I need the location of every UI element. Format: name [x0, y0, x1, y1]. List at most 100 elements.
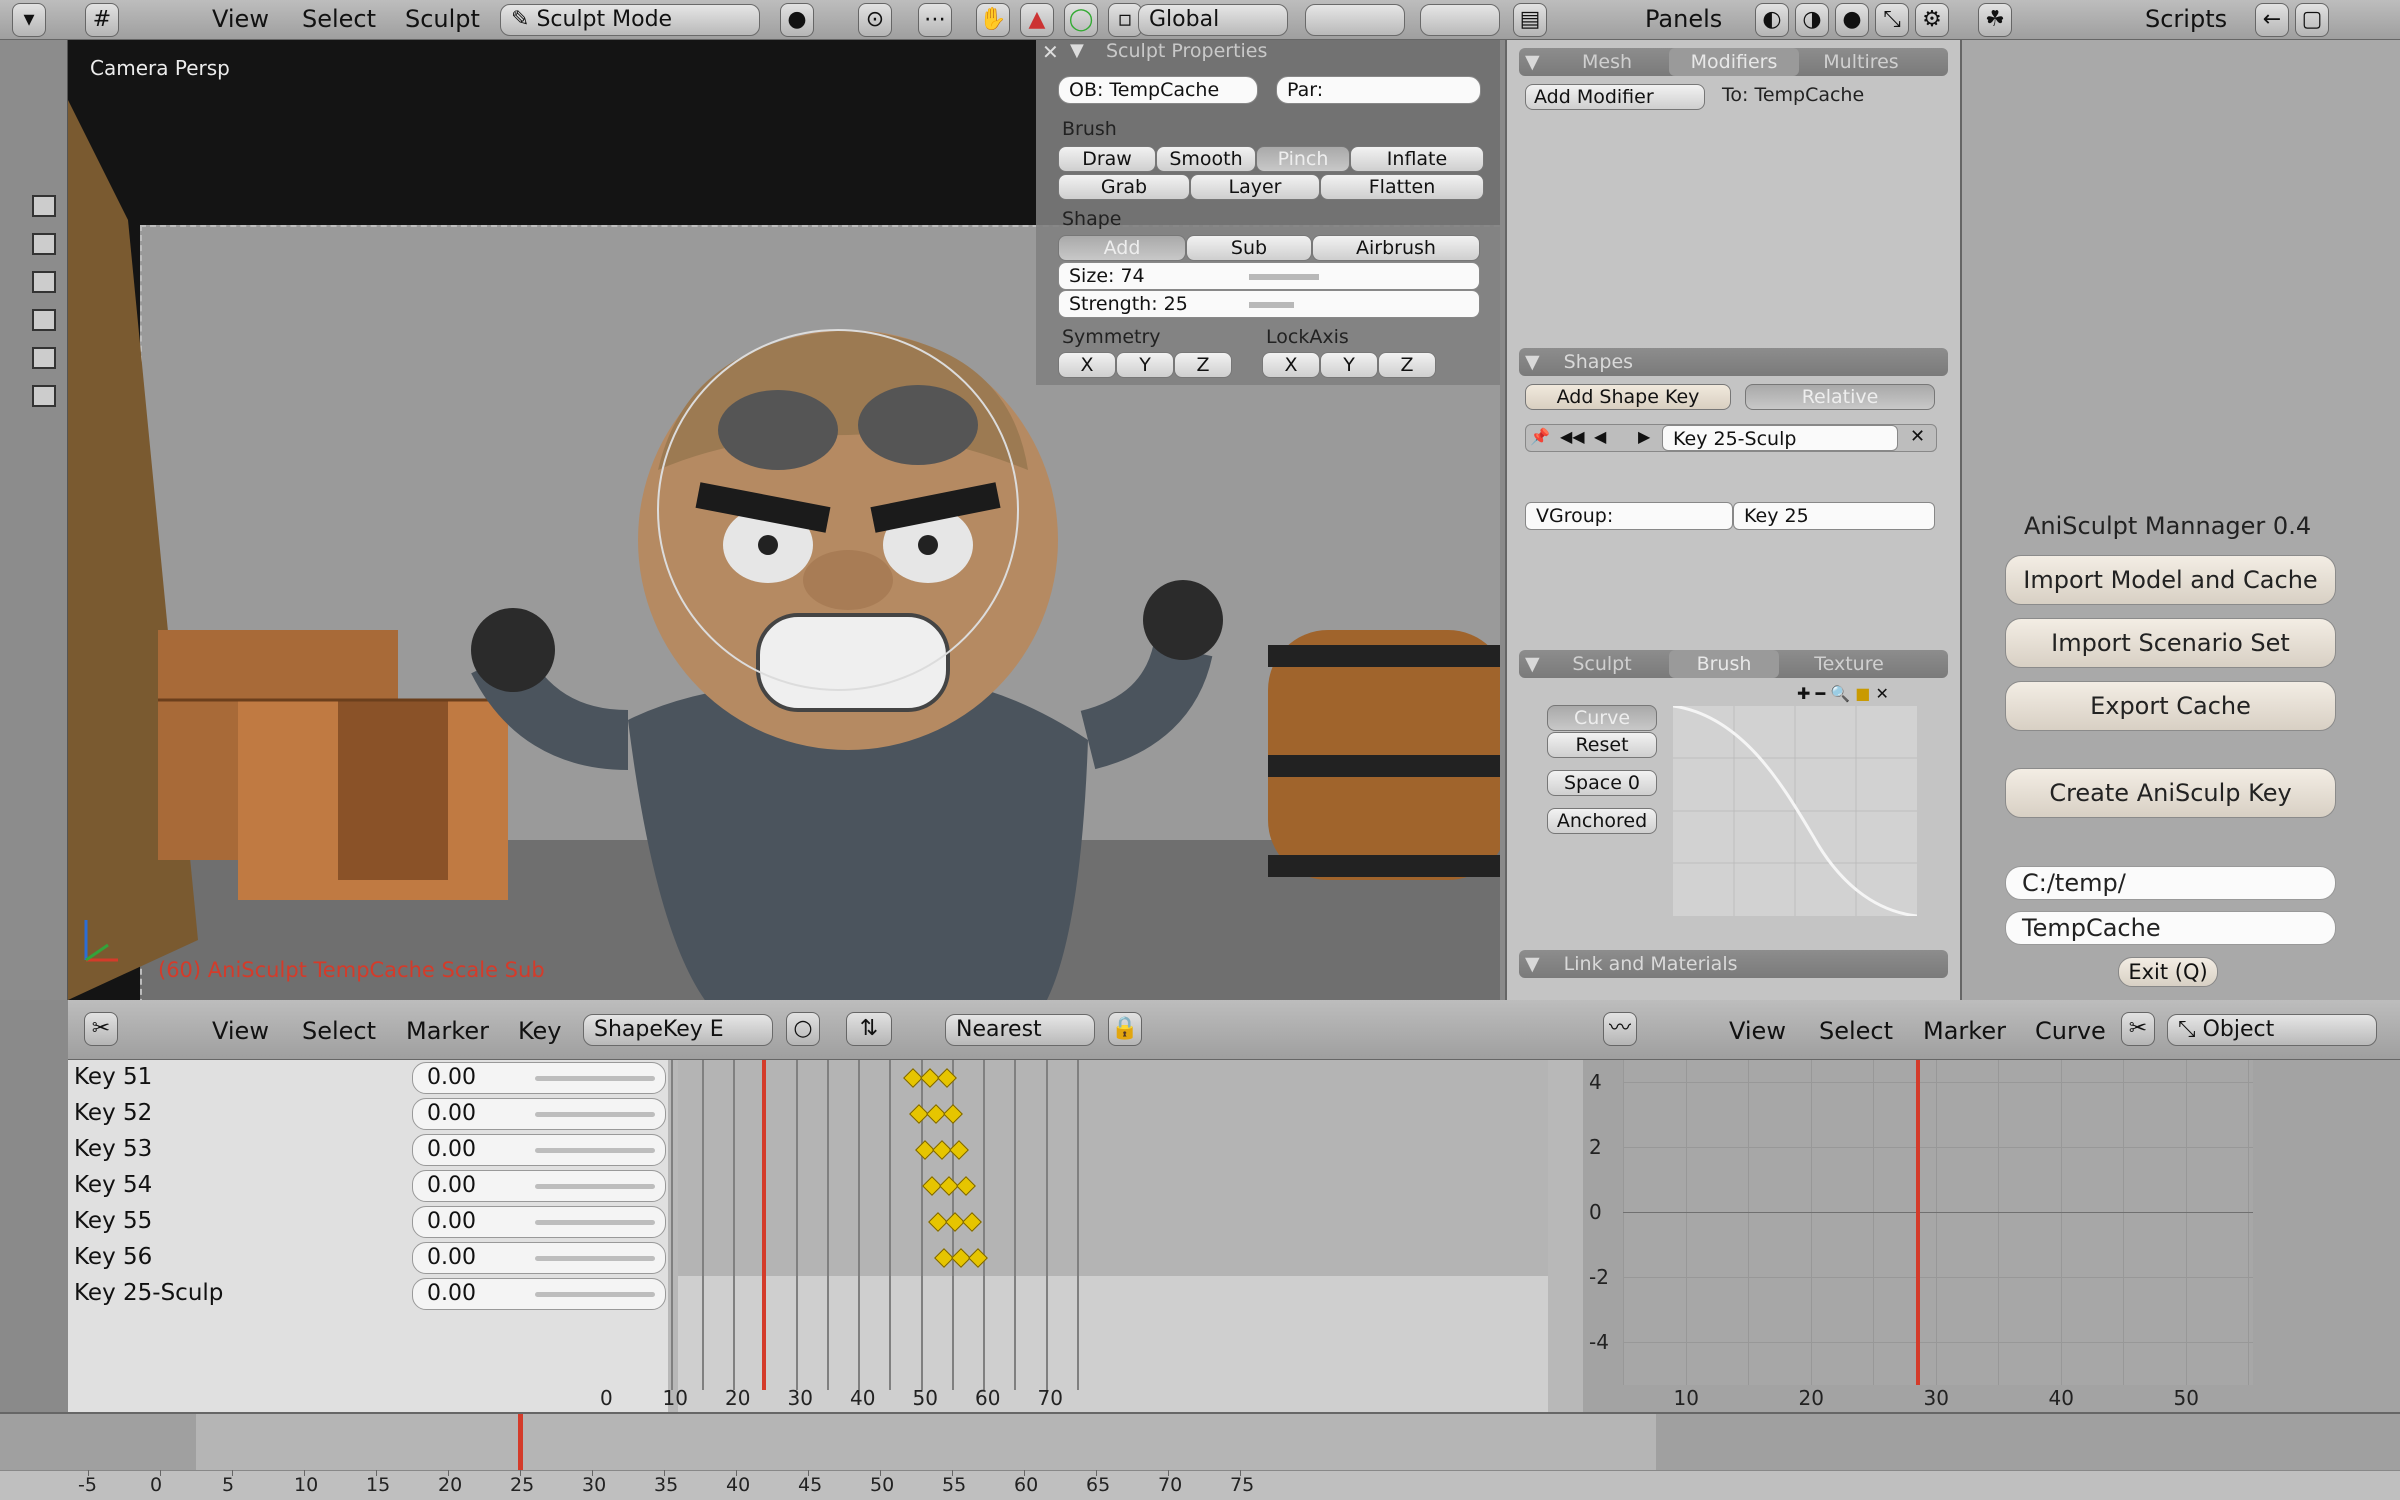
back-arrow-icon[interactable]: ←	[2255, 3, 2289, 37]
create-anisculp-key-button[interactable]: Create AniSculp Key	[2005, 768, 2336, 818]
keyframe-group[interactable]	[915, 1140, 970, 1160]
lockaxis-z-button[interactable]: Z	[1378, 352, 1436, 378]
ipo-menu-curve[interactable]: Curve	[2035, 1014, 2106, 1048]
tab-mesh[interactable]: Mesh	[1547, 48, 1667, 76]
first-key-icon[interactable]: ◀◀	[1560, 427, 1585, 446]
timeline[interactable]: -5 0 5 10 15 20 25 30 35 40 45 50 55 60 65 70 75	[0, 1412, 2400, 1500]
pin-icon[interactable]: 📌	[1530, 427, 1550, 446]
keyframe-group[interactable]	[902, 1068, 957, 1088]
shading-icon[interactable]: ●	[1835, 3, 1869, 37]
add-shape-key-button[interactable]: Add Shape Key	[1525, 384, 1731, 410]
cache-path-field[interactable]: C:/temp/	[2005, 866, 2336, 900]
brush-pinch-button[interactable]: Pinch	[1256, 146, 1350, 172]
action-menu-key[interactable]: Key	[518, 1014, 562, 1048]
keyframe-group[interactable]	[927, 1212, 982, 1232]
dopesheet-area[interactable]: 0 10 20 30 40 50 60 70	[600, 1060, 1548, 1412]
brush-smooth-button[interactable]: Smooth	[1156, 146, 1256, 172]
keyframe-diamond[interactable]	[961, 1212, 982, 1232]
collapse-triangle-icon[interactable]: ▼	[1525, 953, 1540, 975]
scale-icon[interactable]: ▫	[1108, 3, 1142, 37]
anchored-toggle[interactable]: Anchored	[1547, 808, 1657, 834]
image-icon-5[interactable]	[32, 347, 56, 369]
parent-field[interactable]: Par:	[1276, 76, 1481, 104]
symmetry-z-button[interactable]: Z	[1174, 352, 1232, 378]
pin-action-icon[interactable]: ○	[786, 1012, 820, 1046]
size-slider[interactable]: Size: 74	[1058, 262, 1480, 290]
script-icon[interactable]: ◑	[1795, 3, 1829, 37]
relative-toggle[interactable]: Relative	[1745, 384, 1935, 410]
curve-button[interactable]: Curve	[1547, 705, 1657, 731]
tab-multires[interactable]: Multires	[1801, 48, 1921, 76]
brush-falloff-curve[interactable]	[1673, 706, 1917, 916]
copy-keys-icon[interactable]: ⇅	[846, 1012, 892, 1046]
keyframe-diamond[interactable]	[968, 1248, 988, 1268]
channel-row[interactable]: Key 56 0.00	[68, 1240, 666, 1276]
action-editor-icon[interactable]: ✂	[84, 1012, 118, 1046]
lockaxis-y-button[interactable]: Y	[1320, 352, 1378, 378]
layers-toggle-icon[interactable]: ⋯	[918, 3, 952, 37]
shape-sub-button[interactable]: Sub	[1186, 235, 1312, 261]
ipo-editor-icon[interactable]: 〰	[1603, 1012, 1637, 1046]
pivot-icon[interactable]: ⊙	[858, 3, 892, 37]
tab-sculpt[interactable]: Sculpt	[1547, 650, 1657, 678]
channel-value[interactable]: 0.00	[412, 1206, 666, 1238]
object-icon[interactable]: ⤡	[1875, 3, 1909, 37]
draw-type-icon[interactable]: ●	[780, 3, 814, 37]
next-key-icon[interactable]: ▶	[1638, 427, 1650, 446]
channel-type-select[interactable]: ShapeKey E	[583, 1014, 773, 1046]
clip-icon[interactable]: ■	[1855, 684, 1870, 703]
orientation-select[interactable]: Global	[1138, 4, 1288, 36]
tab-modifiers[interactable]: Modifiers	[1669, 48, 1799, 76]
collapse-triangle-icon[interactable]: ▼	[1525, 650, 1540, 678]
symmetry-x-button[interactable]: X	[1058, 352, 1116, 378]
channel-row[interactable]: Key 51 0.00	[68, 1060, 666, 1096]
image-icon-3[interactable]	[32, 271, 56, 293]
remove-key-icon[interactable]: ✕	[1910, 426, 1925, 447]
lockaxis-x-button[interactable]: X	[1262, 352, 1320, 378]
keyframe-group[interactable]	[909, 1104, 963, 1124]
hand-icon[interactable]: ✋	[976, 3, 1010, 37]
action-menu-view[interactable]: View	[212, 1014, 269, 1048]
panels-label[interactable]: Panels	[1645, 2, 1722, 36]
menu-view[interactable]: View	[212, 2, 269, 36]
grid-icon[interactable]: #	[85, 3, 119, 37]
ipo-object-select[interactable]: ⤡ Object	[2167, 1014, 2377, 1046]
snap-mode-select[interactable]: Nearest	[945, 1014, 1095, 1046]
panel-collapse-icon[interactable]: ▼	[1070, 40, 1084, 61]
channel-row[interactable]: Key 52 0.00	[68, 1096, 666, 1132]
ipo-type-icon[interactable]: ✂	[2121, 1012, 2155, 1046]
channel-value[interactable]: 0.00	[412, 1134, 666, 1166]
channel-value[interactable]: 0.00	[412, 1278, 666, 1310]
import-model-cache-button[interactable]: Import Model and Cache	[2005, 555, 2336, 605]
ipo-editor[interactable]: 4 2 0 -2 -4 10 20 30 40 50	[1583, 1060, 2400, 1412]
brush-grab-button[interactable]: Grab	[1058, 174, 1190, 200]
action-menu-select[interactable]: Select	[302, 1014, 376, 1048]
shape-airbrush-button[interactable]: Airbrush	[1312, 235, 1480, 261]
brush-inflate-button[interactable]: Inflate	[1350, 146, 1484, 172]
image-icon-4[interactable]	[32, 309, 56, 331]
collapse-triangle-icon[interactable]: ▼	[1525, 48, 1540, 76]
menu-sculpt[interactable]: Sculpt	[405, 2, 480, 36]
keyframe-diamond[interactable]	[949, 1140, 970, 1160]
keyframe-diamond[interactable]	[943, 1104, 963, 1124]
layer-buttons-1[interactable]	[1305, 4, 1405, 36]
layer-buttons-2[interactable]	[1420, 4, 1500, 36]
brush-flatten-button[interactable]: Flatten	[1320, 174, 1484, 200]
buttons-editor-icon[interactable]: ▤	[1513, 3, 1547, 37]
strength-slider[interactable]: Strength: 25	[1058, 290, 1480, 318]
space-field[interactable]: Space 0	[1547, 770, 1657, 796]
import-scenario-set-button[interactable]: Import Scenario Set	[2005, 618, 2336, 668]
ipo-menu-marker[interactable]: Marker	[1923, 1014, 2006, 1048]
mode-select[interactable]: ✎ Sculpt Mode	[500, 4, 760, 36]
close-curve-icon[interactable]: ✕	[1875, 684, 1888, 703]
export-cache-button[interactable]: Export Cache	[2005, 681, 2336, 731]
channel-value[interactable]: 0.00	[412, 1170, 666, 1202]
timeline-current-frame[interactable]	[518, 1414, 523, 1470]
symmetry-y-button[interactable]: Y	[1116, 352, 1174, 378]
channel-value[interactable]: 0.00	[412, 1062, 666, 1094]
tab-brush[interactable]: Brush	[1669, 650, 1779, 678]
add-point-icon[interactable]: ✚	[1797, 684, 1810, 703]
scripts-label[interactable]: Scripts	[2145, 2, 2227, 36]
ipo-menu-view[interactable]: View	[1729, 1014, 1786, 1048]
exit-button[interactable]: Exit (Q)	[2118, 957, 2218, 987]
